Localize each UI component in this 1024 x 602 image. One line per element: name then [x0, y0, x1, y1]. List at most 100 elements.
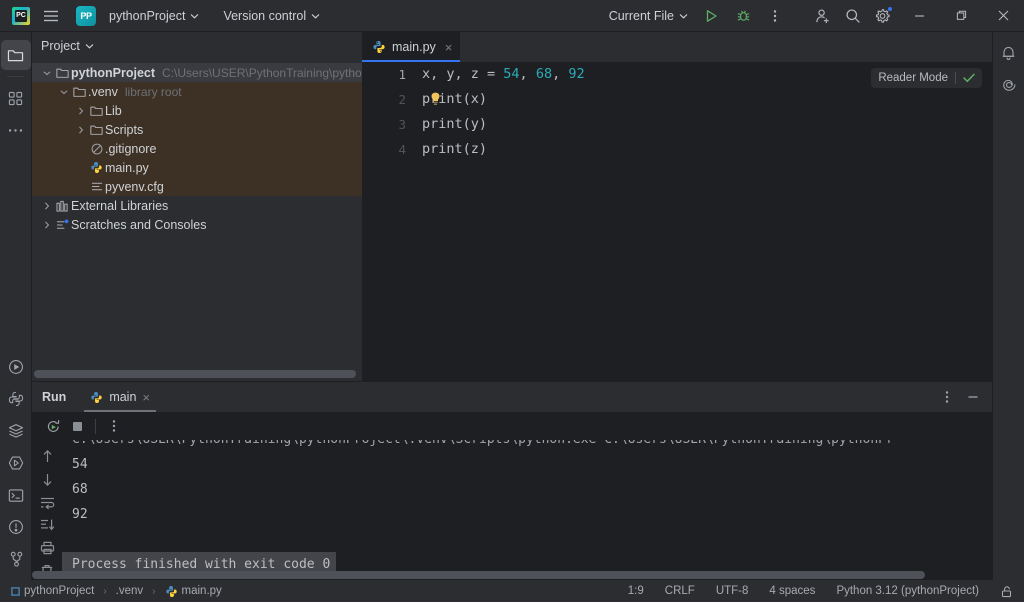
- console-side-toolbar: [32, 440, 62, 580]
- chevron-down-icon[interactable]: [57, 89, 71, 95]
- python-icon: [8, 391, 24, 407]
- tree-node-scratches[interactable]: Scratches and Consoles: [32, 215, 362, 234]
- up-arrow-icon[interactable]: [37, 448, 57, 466]
- close-icon[interactable]: [982, 0, 1024, 31]
- sidebar-item-python-packages[interactable]: [1, 384, 31, 414]
- breadcrumb-separator: ›: [103, 585, 107, 597]
- console-scrollbar[interactable]: [32, 571, 992, 579]
- sidebar-item-more[interactable]: [1, 115, 31, 145]
- breadcrumb: pythonProject › .venv › main.py: [8, 584, 225, 599]
- hamburger-menu-icon[interactable]: [36, 2, 66, 30]
- console-output[interactable]: C:\Users\USER\PythonTraining\pythonProje…: [62, 440, 992, 580]
- console-line: C:\Users\USER\PythonTraining\pythonProje…: [62, 440, 992, 452]
- caret-position[interactable]: 1:9: [625, 584, 647, 598]
- run-tab-label: main: [109, 390, 137, 404]
- tree-node-gitignore[interactable]: .gitignore: [32, 139, 362, 158]
- pycharm-window: PC PP pythonProject Version control Curr…: [0, 0, 1024, 602]
- folder-icon: [7, 48, 24, 63]
- tree-node-pyvenvcfg[interactable]: pyvenv.cfg: [32, 177, 362, 196]
- breadcrumb-item[interactable]: pythonProject: [8, 584, 97, 598]
- scroll-to-end-icon[interactable]: [37, 516, 57, 534]
- run-configuration-selector[interactable]: Current File: [603, 5, 694, 27]
- code-line[interactable]: print(x): [422, 87, 992, 112]
- sidebar-item-python-console[interactable]: [1, 448, 31, 478]
- tree-node-scripts[interactable]: Scripts: [32, 120, 362, 139]
- run-tab-main[interactable]: main ×: [84, 382, 156, 412]
- tree-node-mainpy[interactable]: main.py: [32, 158, 362, 177]
- folder-icon: [88, 124, 105, 136]
- folder-icon: [71, 86, 88, 98]
- breadcrumb-item[interactable]: main.py: [162, 584, 225, 599]
- sidebar-item-ai-assistant[interactable]: [994, 70, 1024, 100]
- editor-tab-bar: main.py ×: [362, 32, 992, 62]
- more-vertical-icon[interactable]: [760, 2, 790, 30]
- chevron-down-icon[interactable]: [40, 70, 54, 76]
- tree-node-sublabel: library root: [124, 84, 182, 99]
- tree-node-pythonProject[interactable]: pythonProject C:\Users\USER\PythonTrainin…: [32, 63, 406, 82]
- chevron-right-icon[interactable]: [40, 202, 54, 210]
- code-token: ,: [552, 66, 569, 82]
- sidebar-item-notifications[interactable]: [994, 38, 1024, 68]
- status-bar: pythonProject › .venv › main.py 1:9 CRLF UTF…: [0, 580, 1024, 602]
- tree-node-label: Scripts: [105, 122, 144, 137]
- reader-mode-chip[interactable]: Reader Mode: [871, 68, 982, 88]
- soft-wrap-icon[interactable]: [37, 494, 57, 512]
- stop-icon[interactable]: [66, 415, 88, 437]
- chevron-right-icon[interactable]: [74, 107, 88, 115]
- minimize-icon[interactable]: [898, 0, 940, 31]
- gear-icon[interactable]: [868, 2, 898, 30]
- add-account-icon[interactable]: [808, 2, 838, 30]
- close-icon[interactable]: ×: [445, 40, 453, 55]
- breadcrumb-item[interactable]: .venv: [113, 584, 147, 598]
- right-tool-rail: [992, 32, 1024, 580]
- run-panel-header: Run main ×: [32, 382, 992, 412]
- pycharm-logo-icon[interactable]: PC: [6, 2, 36, 30]
- tree-node-extlibs[interactable]: External Libraries: [32, 196, 362, 215]
- project-panel-scrollbar[interactable]: [34, 370, 356, 379]
- chevron-right-icon[interactable]: [74, 126, 88, 134]
- print-icon[interactable]: [37, 539, 57, 557]
- sidebar-item-database[interactable]: [1, 416, 31, 446]
- lightbulb-icon[interactable]: [430, 92, 441, 106]
- sidebar-item-problems[interactable]: [1, 512, 31, 542]
- run-icon[interactable]: [696, 2, 726, 30]
- line-separator[interactable]: CRLF: [662, 584, 698, 598]
- sidebar-item-terminal[interactable]: [1, 480, 31, 510]
- indent-setting[interactable]: 4 spaces: [766, 584, 818, 598]
- down-arrow-icon[interactable]: [37, 471, 57, 489]
- code-number-token: 68: [535, 66, 553, 82]
- code-line[interactable]: print(z): [422, 137, 992, 162]
- project-panel-header[interactable]: Project: [32, 32, 362, 60]
- tab-label: main.py: [392, 40, 436, 54]
- tree-node-venv[interactable]: .venv library root: [32, 82, 362, 101]
- search-icon[interactable]: [838, 2, 868, 30]
- code-line[interactable]: print(y): [422, 112, 992, 137]
- more-vertical-icon[interactable]: [103, 415, 125, 437]
- sidebar-item-project[interactable]: [0, 40, 31, 70]
- tab-main-py[interactable]: main.py ×: [362, 32, 461, 62]
- unlocked-icon[interactable]: [997, 584, 1016, 599]
- breadcrumb-label: .venv: [115, 585, 144, 597]
- settings-notification-dot: [887, 5, 893, 12]
- sidebar-item-commit[interactable]: [1, 83, 31, 113]
- folder-icon: [54, 67, 71, 79]
- version-control-label: Version control: [223, 8, 307, 23]
- version-control-dropdown[interactable]: Version control: [217, 5, 326, 27]
- debug-icon[interactable]: [728, 2, 758, 30]
- sidebar-item-run[interactable]: [1, 352, 31, 382]
- code-editor[interactable]: 1 2 3 4 x, y, z = 54, 68, 92 print(x) print(y…: [362, 62, 992, 381]
- project-name-dropdown[interactable]: pythonProject: [103, 5, 205, 27]
- close-icon[interactable]: ×: [142, 390, 150, 405]
- hide-panel-icon[interactable]: [962, 386, 984, 408]
- chevron-right-icon[interactable]: [40, 221, 54, 229]
- ignored-file-icon: [88, 143, 105, 155]
- maximize-icon[interactable]: [940, 0, 982, 31]
- ai-spiral-icon: [1001, 77, 1017, 93]
- python-interpreter[interactable]: Python 3.12 (pythonProject): [833, 584, 982, 598]
- run-options-icon[interactable]: [936, 386, 958, 408]
- chevron-down-icon: [190, 13, 199, 19]
- file-encoding[interactable]: UTF-8: [713, 584, 752, 598]
- sidebar-item-version-control[interactable]: [1, 544, 31, 574]
- rerun-icon[interactable]: [42, 415, 64, 437]
- tree-node-lib[interactable]: Lib: [32, 101, 362, 120]
